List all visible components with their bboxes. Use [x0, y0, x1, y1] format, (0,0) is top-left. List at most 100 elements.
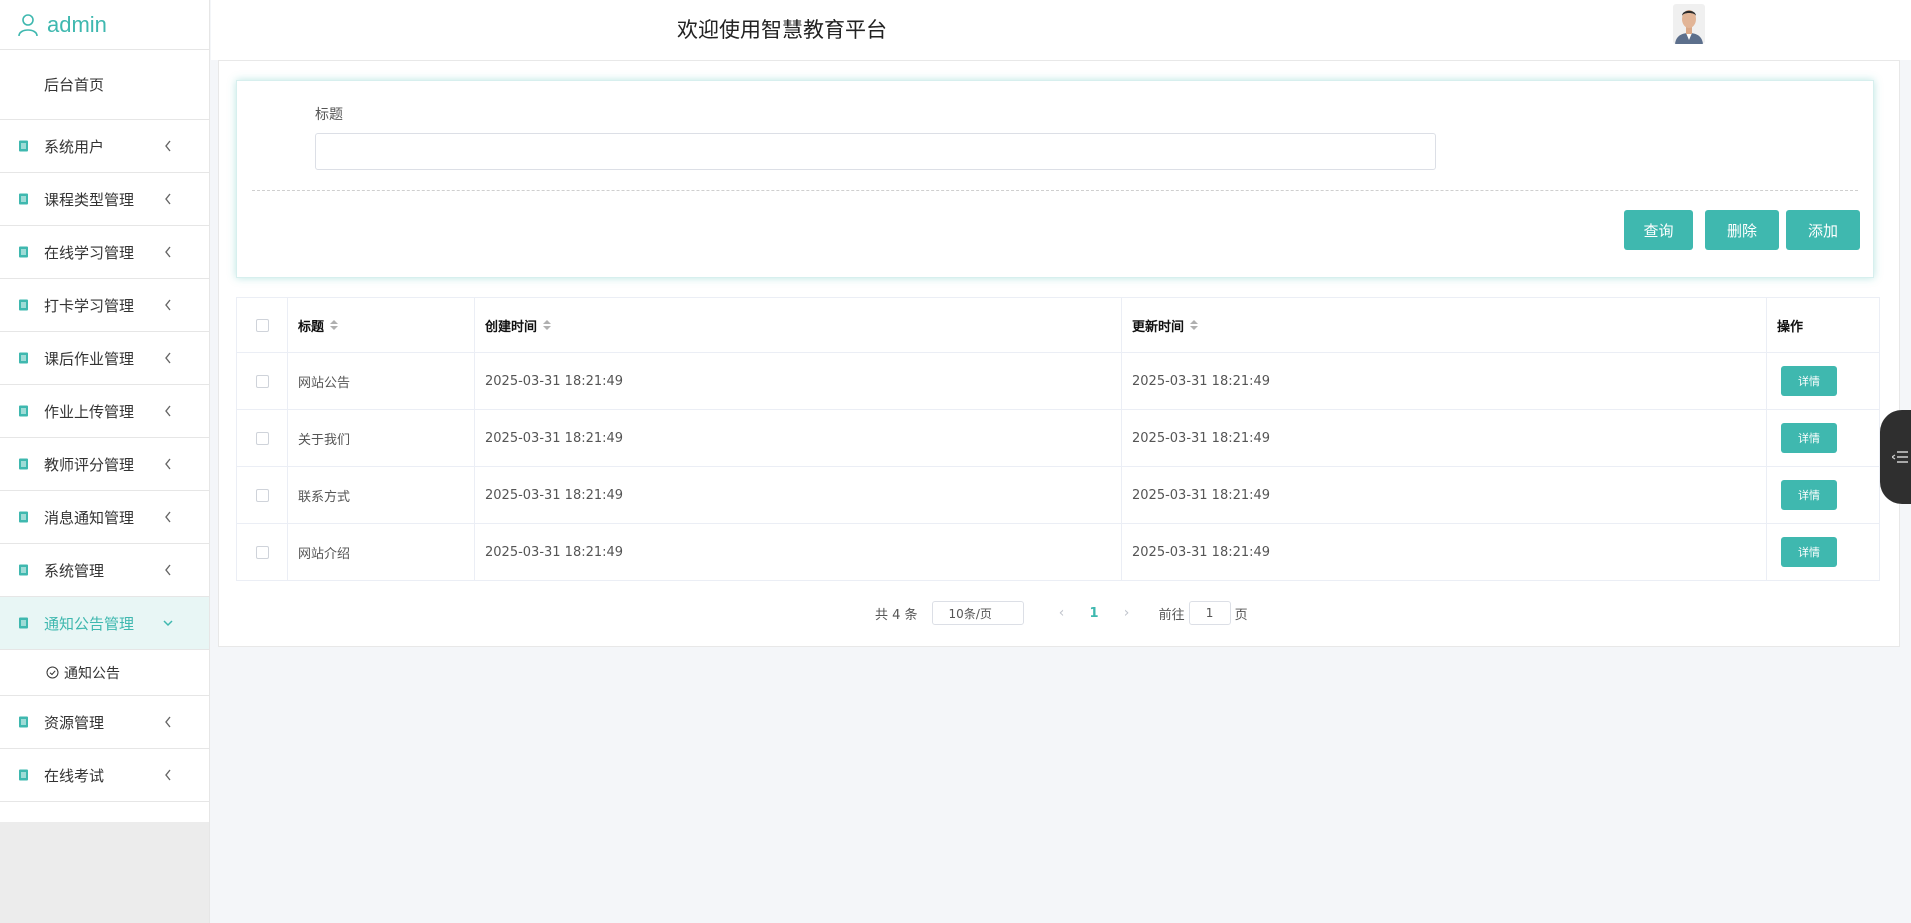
document-icon [19, 193, 28, 205]
document-icon [19, 769, 28, 781]
delete-button[interactable]: 删除 [1705, 210, 1779, 250]
cell-created: 2025-03-31 18:21:49 [475, 410, 1122, 466]
prev-page-icon[interactable]: ‹ [1052, 605, 1072, 621]
sidebar-item[interactable]: 资源管理 [0, 696, 209, 749]
sort-icon[interactable] [330, 320, 339, 330]
brand-name: admin [47, 11, 107, 37]
list-icon [1892, 451, 1908, 463]
row-select-cell [236, 467, 288, 523]
sidebar-item[interactable]: 通知公告管理 [0, 597, 209, 650]
sidebar-item-label: 资源管理 [44, 713, 105, 732]
sidebar: admin 后台首页 系统用户课程类型管理在线学习管理打卡学习管理 课后作业管理作… [0, 0, 210, 923]
cell-created: 2025-03-31 18:21:49 [475, 467, 1122, 523]
select-all-checkbox[interactable] [255, 318, 269, 332]
sidebar-item[interactable]: 教师评分管理 [0, 438, 209, 491]
column-header-title[interactable]: 标题 [288, 298, 475, 352]
title-search-input[interactable] [315, 133, 1436, 170]
cell-title: 网站介绍 [288, 524, 475, 580]
page-number[interactable]: 1 [1090, 606, 1099, 621]
chevron-left-icon [165, 299, 171, 311]
detail-button[interactable]: 详情 [1781, 423, 1837, 453]
sidebar-item-label: 课程类型管理 [44, 190, 135, 209]
detail-button[interactable]: 详情 [1781, 537, 1837, 567]
sidebar-subitem-label: 通知公告 [64, 665, 120, 682]
chevron-left-icon [165, 769, 171, 781]
search-label: 标题 [315, 107, 343, 123]
document-icon [19, 617, 28, 629]
sidebar-item-label: 课后作业管理 [44, 349, 135, 368]
document-icon [19, 564, 28, 576]
sidebar-item[interactable]: 课后作业管理 [0, 332, 209, 385]
sidebar-item-home[interactable]: 后台首页 [0, 50, 209, 120]
next-page-icon[interactable]: › [1117, 605, 1137, 621]
divider [252, 190, 1858, 191]
table-header-row: 标题 创建时间 更新时间 操作 [236, 298, 1880, 353]
row-checkbox[interactable] [255, 374, 269, 388]
sidebar-item[interactable]: 课程类型管理 [0, 173, 209, 226]
cell-actions: 详情 [1767, 410, 1880, 466]
sidebar-item-label: 消息通知管理 [44, 508, 135, 527]
sidebar-item[interactable]: 打卡学习管理 [0, 279, 209, 332]
row-checkbox[interactable] [255, 488, 269, 502]
sidebar-item[interactable]: 作业上传管理 [0, 385, 209, 438]
sidebar-item-label: 系统用户 [44, 137, 105, 156]
sidebar-subitem-notice[interactable]: 通知公告 [0, 650, 209, 696]
data-table: 标题 创建时间 更新时间 操作 网站公告 2025-03-31 18:21:49 2… [236, 297, 1880, 581]
row-select-cell [236, 524, 288, 580]
add-button[interactable]: 添加 [1786, 210, 1860, 250]
table-row: 联系方式 2025-03-31 18:21:49 2025-03-31 18:21:… [236, 467, 1880, 524]
chevron-left-icon [165, 716, 171, 728]
chevron-left-icon [165, 458, 171, 470]
cell-created: 2025-03-31 18:21:49 [475, 524, 1122, 580]
document-icon [19, 458, 28, 470]
page-size-select[interactable]: 10条/页 [931, 601, 1024, 625]
sidebar-item[interactable]: 在线学习管理 [0, 226, 209, 279]
query-button[interactable]: 查询 [1624, 210, 1693, 250]
cell-updated: 2025-03-31 18:21:49 [1122, 353, 1767, 409]
table-row: 网站公告 2025-03-31 18:21:49 2025-03-31 18:21:… [236, 353, 1880, 410]
row-checkbox[interactable] [255, 545, 269, 559]
table-row: 网站介绍 2025-03-31 18:21:49 2025-03-31 18:21:… [236, 524, 1880, 581]
top-header: 欢迎使用智慧教育平台 [211, 0, 1911, 60]
sidebar-item-label: 打卡学习管理 [44, 296, 135, 315]
sort-icon[interactable] [543, 320, 552, 330]
row-checkbox[interactable] [255, 431, 269, 445]
sidebar-item[interactable]: 系统管理 [0, 544, 209, 597]
pagination-total: 共 4 条 [875, 607, 918, 623]
side-drawer-toggle[interactable] [1880, 410, 1911, 504]
avatar[interactable] [1673, 4, 1705, 44]
sidebar-item-label: 教师评分管理 [44, 455, 135, 474]
check-circle-icon [46, 666, 59, 679]
column-header-created[interactable]: 创建时间 [475, 298, 1122, 352]
cell-title: 联系方式 [288, 467, 475, 523]
document-icon [19, 246, 28, 258]
document-icon [19, 140, 28, 152]
cell-updated: 2025-03-31 18:21:49 [1122, 467, 1767, 523]
user-icon [18, 13, 38, 36]
sidebar-item-label: 在线考试 [44, 766, 105, 785]
sidebar-item[interactable]: 在线考试 [0, 749, 209, 802]
document-icon [19, 716, 28, 728]
cell-updated: 2025-03-31 18:21:49 [1122, 410, 1767, 466]
chevron-left-icon [165, 246, 171, 258]
chevron-left-icon [165, 193, 171, 205]
detail-button[interactable]: 详情 [1781, 366, 1837, 396]
page-suffix: 页 [1234, 607, 1248, 623]
cell-title: 网站公告 [288, 353, 475, 409]
cell-updated: 2025-03-31 18:21:49 [1122, 524, 1767, 580]
sidebar-item[interactable]: 消息通知管理 [0, 491, 209, 544]
select-all-cell [236, 298, 288, 352]
chevron-down-icon [163, 620, 173, 627]
table-row: 关于我们 2025-03-31 18:21:49 2025-03-31 18:21:… [236, 410, 1880, 467]
column-header-label: 创建时间 [485, 319, 538, 335]
column-header-actions: 操作 [1767, 298, 1880, 352]
detail-button[interactable]: 详情 [1781, 480, 1837, 510]
goto-page-input[interactable]: 1 [1188, 601, 1231, 625]
content-panel: 标题 查询 删除 添加 标题 创建时间 更新时间 操作 网站公告 2025-03… [218, 60, 1900, 647]
goto-label: 前往 [1158, 607, 1185, 623]
sidebar-item[interactable]: 系统用户 [0, 120, 209, 173]
sort-icon[interactable] [1190, 320, 1199, 330]
sidebar-item-label: 作业上传管理 [44, 402, 135, 421]
cell-created: 2025-03-31 18:21:49 [475, 353, 1122, 409]
column-header-updated[interactable]: 更新时间 [1122, 298, 1767, 352]
